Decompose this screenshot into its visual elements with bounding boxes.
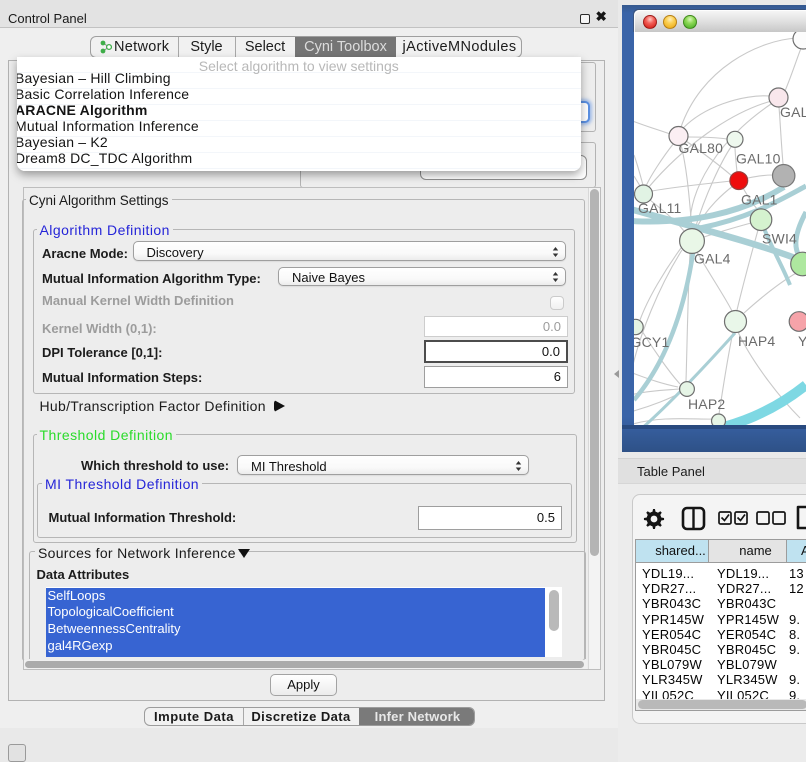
svg-text:GAL11: GAL11 xyxy=(638,200,682,216)
svg-text:HAP4: HAP4 xyxy=(738,333,775,349)
svg-text:GAL7: GAL7 xyxy=(780,104,806,120)
svg-text:HAP2: HAP2 xyxy=(688,396,725,412)
svg-text:SWI4: SWI4 xyxy=(762,230,797,246)
svg-text:GAL80: GAL80 xyxy=(679,140,724,156)
svg-text:GAL10: GAL10 xyxy=(736,151,781,167)
svg-text:GAL1: GAL1 xyxy=(741,192,778,208)
svg-text:Y: Y xyxy=(798,333,806,349)
svg-text:GCY1: GCY1 xyxy=(634,334,669,350)
svg-text:GAL4: GAL4 xyxy=(694,251,731,267)
